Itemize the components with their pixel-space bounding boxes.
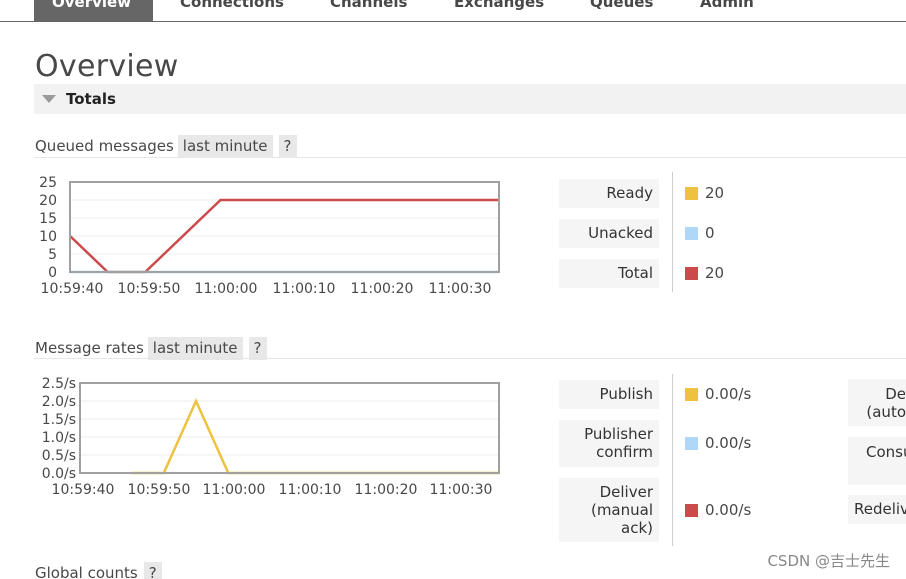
y-tick-label: 0.0/s: [42, 466, 76, 482]
plot-frame: [69, 181, 500, 273]
tab-exchanges[interactable]: Exchanges: [448, 0, 550, 21]
x-tick-label: 11:00:30: [430, 482, 493, 498]
total-swatch: [685, 267, 698, 280]
watermark: CSDN @吉士先生: [767, 552, 890, 570]
legend-divider: [672, 172, 673, 292]
unacked-value: 0: [705, 224, 715, 242]
global-counts-title: Global counts: [35, 564, 138, 579]
legend-publish-label: Publish: [559, 380, 659, 409]
message-rates-title: Message rates: [35, 339, 144, 357]
publisher-confirm-value: 0.00/s: [705, 434, 752, 452]
legend-deliver-manual-label: Deliver (manual ack): [559, 478, 659, 542]
x-tick-label: 10:59:40: [52, 482, 115, 498]
tab-connections[interactable]: Connections: [174, 0, 290, 21]
ready-value: 20: [705, 184, 725, 202]
legend-publisher-confirm-line-2: confirm: [596, 443, 653, 461]
global-counts-heading: Global counts?: [35, 561, 162, 579]
y-tick-label: 20: [39, 193, 57, 209]
queued-range-selector[interactable]: last minute: [177, 135, 273, 158]
unacked-swatch: [685, 227, 698, 240]
tab-queues[interactable]: Queues: [584, 0, 659, 21]
totals-label: Totals: [66, 90, 116, 108]
divider: [34, 157, 906, 158]
y-tick-label: 10: [39, 229, 57, 245]
y-tick-label: 2.5/s: [42, 376, 76, 392]
legend-deliver-auto-line-1: De: [885, 385, 906, 403]
x-tick-label: 11:00:20: [355, 482, 418, 498]
publish-swatch: [685, 388, 698, 401]
totals-section-toggle[interactable]: Totals: [34, 84, 906, 114]
collapse-triangle-icon: [42, 95, 56, 103]
y-tick-label: 5: [48, 247, 57, 263]
y-tick-label: 15: [39, 211, 57, 227]
y-tick-label: 0: [48, 265, 57, 281]
x-tick-label: 11:00:10: [273, 281, 336, 297]
legend-deliver-line-3: ack): [621, 519, 653, 537]
queued-messages-chart: 25 20 15 10 5 010:59:40 10:59:50 11:00:00 11:00:…: [39, 175, 500, 297]
ready-swatch: [685, 187, 698, 200]
queued-help-button[interactable]: ?: [278, 135, 297, 158]
rates-range-selector[interactable]: last minute: [147, 337, 243, 360]
tab-admin[interactable]: Admin: [694, 0, 760, 21]
legend-ready-label: Ready: [559, 179, 659, 208]
legend-deliver-line-2: (manual: [590, 501, 653, 519]
y-tick-label: 25: [39, 175, 57, 191]
global-help-button[interactable]: ?: [143, 562, 162, 579]
tab-channels[interactable]: Channels: [324, 0, 413, 21]
x-tick-label: 10:59:40: [41, 281, 104, 297]
x-tick-label: 11:00:00: [195, 281, 258, 297]
rates-help-button[interactable]: ?: [248, 337, 267, 360]
publisher-confirm-swatch: [685, 437, 698, 450]
publish-value: 0.00/s: [705, 385, 752, 403]
queued-messages-title: Queued messages: [35, 137, 174, 155]
message-rates-heading: Message rates last minute?: [35, 336, 267, 360]
legend-publisher-confirm-label: Publisher confirm: [559, 420, 659, 467]
legend-deliver-auto-label: De (auto: [848, 379, 906, 426]
total-value: 20: [705, 264, 725, 282]
y-tick-label: 1.5/s: [42, 412, 76, 428]
page-title: Overview: [35, 49, 179, 84]
legend-divider: [672, 374, 673, 546]
x-tick-label: 10:59:50: [128, 482, 191, 498]
y-tick-label: 0.5/s: [42, 448, 76, 464]
tab-overview[interactable]: Overview: [34, 0, 153, 21]
legend-deliver-auto-line-2: (auto: [866, 403, 906, 421]
divider: [34, 358, 906, 359]
queued-messages-heading: Queued messages last minute?: [35, 134, 297, 158]
x-tick-label: 11:00:00: [203, 482, 266, 498]
legend-deliver-line-1: Deliver: [599, 483, 653, 501]
legend-total-label: Total: [559, 259, 659, 288]
message-rates-chart: 2.5/s 2.0/s 1.5/s 1.0/s 0.5/s 0.0/s10:59:40 10…: [42, 376, 500, 498]
legend-consumer-ack-label: Consu: [848, 437, 906, 485]
legend-redelivered-label: Redeliv: [848, 495, 906, 524]
y-tick-label: 2.0/s: [42, 394, 76, 410]
plot-frame: [79, 382, 500, 474]
deliver-value: 0.00/s: [705, 501, 752, 519]
legend-publisher-confirm-line-1: Publisher: [584, 425, 653, 443]
x-tick-label: 10:59:50: [118, 281, 181, 297]
x-tick-label: 11:00:20: [351, 281, 414, 297]
legend-unacked-label: Unacked: [559, 219, 659, 248]
x-tick-label: 11:00:10: [279, 482, 342, 498]
deliver-swatch: [685, 504, 698, 517]
main-nav: Overview Connections Channels Exchanges …: [0, 0, 906, 22]
y-tick-label: 1.0/s: [42, 430, 76, 446]
x-tick-label: 11:00:30: [429, 281, 492, 297]
